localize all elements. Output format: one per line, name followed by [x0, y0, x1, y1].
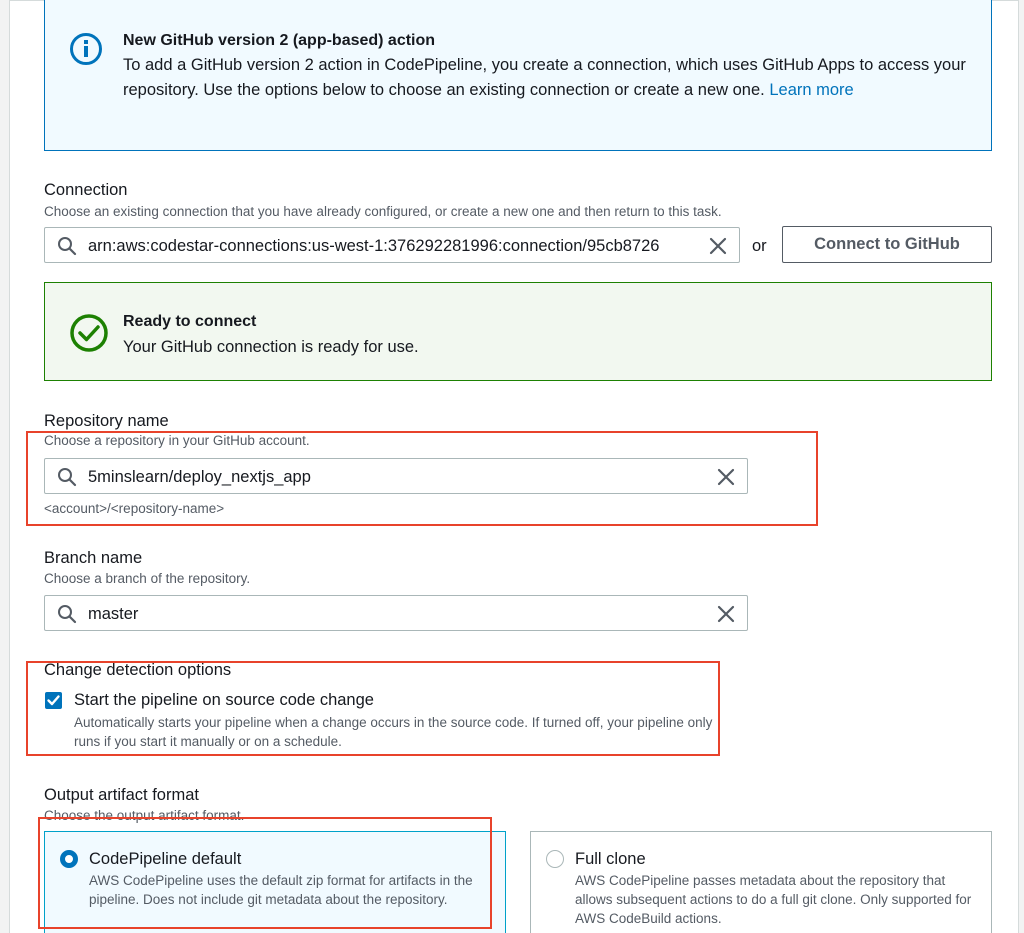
- success-alert-title: Ready to connect: [123, 313, 257, 330]
- connection-value: arn:aws:codestar-connections:us-west-1:3…: [88, 237, 660, 255]
- connect-to-github-button[interactable]: Connect to GitHub: [782, 226, 992, 263]
- option-description: AWS CodePipeline passes metadata about t…: [575, 873, 972, 926]
- page-right-margin: [1018, 0, 1024, 933]
- info-icon: [70, 33, 102, 65]
- branch-search-input[interactable]: master: [44, 595, 748, 631]
- success-alert: Ready to connect Your GitHub connection …: [44, 282, 992, 381]
- search-icon: [58, 237, 77, 256]
- clear-icon[interactable]: [716, 604, 736, 624]
- page-left-margin: [0, 0, 10, 933]
- learn-more-link[interactable]: Learn more: [769, 81, 853, 99]
- info-alert: New GitHub version 2 (app-based) action …: [44, 0, 992, 151]
- output-format-label: Output artifact format: [44, 786, 199, 804]
- success-alert-body: Your GitHub connection is ready for use.: [123, 338, 419, 356]
- branch-description: Choose a branch of the repository.: [44, 571, 251, 586]
- option-tile-full-clone[interactable]: Full clone AWS CodePipeline passes metad…: [530, 831, 992, 933]
- option-title: Full clone: [575, 850, 646, 868]
- clear-icon[interactable]: [708, 236, 728, 256]
- highlight-box-repository: [26, 431, 818, 526]
- or-label: or: [752, 237, 767, 255]
- branch-label: Branch name: [44, 549, 143, 567]
- branch-value: master: [88, 605, 139, 623]
- radio-full-clone[interactable]: [546, 850, 564, 868]
- connection-label: Connection: [44, 181, 128, 199]
- check-circle-icon: [70, 314, 108, 352]
- info-alert-body: To add a GitHub version 2 action in Code…: [123, 53, 973, 103]
- info-alert-title: New GitHub version 2 (app-based) action: [123, 32, 436, 49]
- highlight-box-change-detection: [26, 661, 720, 756]
- highlight-box-output-format: [38, 817, 492, 929]
- search-icon: [58, 605, 77, 624]
- connection-description: Choose an existing connection that you h…: [44, 204, 722, 219]
- repository-label: Repository name: [44, 412, 169, 430]
- connection-search-input[interactable]: arn:aws:codestar-connections:us-west-1:3…: [44, 227, 740, 263]
